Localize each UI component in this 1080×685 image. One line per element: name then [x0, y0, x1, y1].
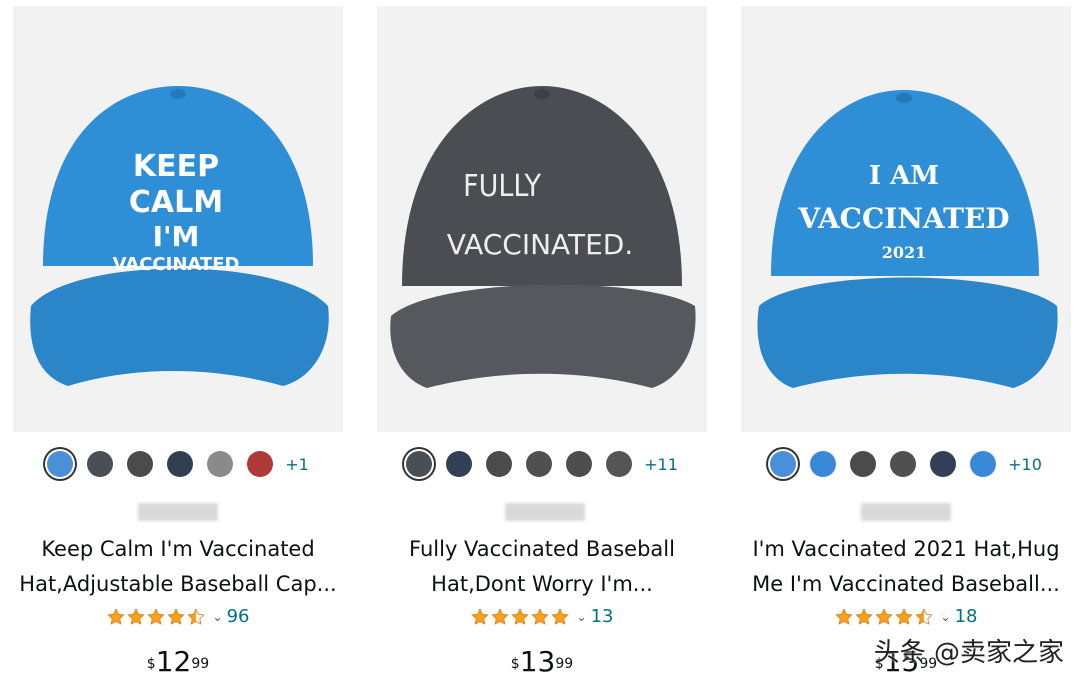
star-icon — [166, 607, 185, 625]
title-line-2[interactable]: Hat,Dont Worry I'm... — [377, 567, 707, 602]
swatch-5[interactable] — [930, 451, 957, 477]
product-title[interactable]: Fully Vaccinated Baseball Hat,Dont Worry… — [377, 532, 707, 602]
cap-image: FULLY VACCINATED. — [390, 86, 696, 388]
watermark: 头条 @卖家之家 — [873, 638, 1064, 668]
product-title[interactable]: I'm Vaccinated 2021 Hat,Hug Me I'm Vacci… — [741, 532, 1071, 602]
more-colors-link[interactable]: +1 — [285, 455, 309, 474]
star-icon — [186, 607, 205, 625]
swatch-4[interactable] — [890, 451, 917, 477]
brand-blurred — [505, 503, 585, 521]
product-image[interactable]: KEEP CALM I'M VACCINATED — [13, 6, 343, 432]
star-icon — [874, 607, 893, 625]
product-title[interactable]: Keep Calm I'm Vaccinated Hat,Adjustable … — [13, 532, 343, 602]
price-symbol: $ — [510, 656, 520, 672]
cap-text-4: VACCINATED — [113, 254, 240, 275]
price-symbol: $ — [146, 656, 156, 672]
price-cents: 99 — [555, 656, 574, 672]
product-card-3[interactable]: I AM VACCINATED 2021 +10 I'm Vaccinated … — [741, 0, 1071, 685]
star-icon — [530, 607, 549, 625]
swatch-6[interactable] — [970, 451, 997, 477]
star-rating[interactable] — [106, 607, 205, 626]
price-whole: 13 — [519, 645, 556, 678]
swatch-5[interactable] — [566, 451, 593, 477]
color-swatches: +1 — [13, 448, 343, 480]
chevron-down-icon[interactable]: ⌄ — [577, 610, 587, 624]
swatch-1[interactable] — [406, 451, 433, 477]
swatch-2[interactable] — [87, 451, 114, 477]
price: $1399 — [377, 646, 707, 678]
rating-row: ⌄ 18 — [741, 606, 1071, 627]
swatch-3[interactable] — [127, 451, 154, 477]
cap-text-3: I'M — [153, 220, 200, 253]
star-icon — [126, 607, 145, 625]
product-card-2[interactable]: FULLY VACCINATED. +11 Fully Vaccinated B… — [377, 0, 707, 685]
title-line-1[interactable]: Keep Calm I'm Vaccinated — [13, 532, 343, 567]
rating-count[interactable]: 13 — [591, 606, 614, 627]
price: $1299 — [13, 646, 343, 678]
color-swatches: +11 — [377, 448, 707, 480]
cap-text-1: FULLY — [463, 169, 541, 204]
star-icon — [470, 607, 489, 625]
swatch-6[interactable] — [606, 451, 633, 477]
cap-image: KEEP CALM I'M VACCINATED — [30, 86, 329, 386]
star-icon — [146, 607, 165, 625]
swatch-4[interactable] — [167, 451, 194, 477]
swatch-6[interactable] — [247, 451, 274, 477]
more-colors-link[interactable]: +11 — [644, 455, 678, 474]
price-whole: 12 — [155, 645, 192, 678]
cap-text-3: 2021 — [882, 243, 927, 262]
swatch-3[interactable] — [850, 451, 877, 477]
swatch-1[interactable] — [47, 451, 74, 477]
color-swatches: +10 — [741, 448, 1071, 480]
star-rating[interactable] — [834, 607, 933, 626]
star-icon — [854, 607, 873, 625]
swatch-1[interactable] — [770, 451, 797, 477]
star-icon — [834, 607, 853, 625]
cap-text-2: CALM — [129, 185, 223, 220]
star-icon — [894, 607, 913, 625]
cap-image: I AM VACCINATED 2021 — [757, 90, 1058, 388]
rating-row: ⌄ 13 — [377, 606, 707, 627]
star-icon — [510, 607, 529, 625]
chevron-down-icon[interactable]: ⌄ — [213, 610, 223, 624]
brand-blurred — [861, 503, 951, 521]
product-image[interactable]: I AM VACCINATED 2021 — [741, 6, 1071, 432]
chevron-down-icon[interactable]: ⌄ — [941, 610, 951, 624]
more-colors-link[interactable]: +10 — [1008, 455, 1042, 474]
price-cents: 99 — [191, 656, 210, 672]
rating-count[interactable]: 96 — [227, 606, 250, 627]
cap-text-2: VACCINATED. — [447, 228, 634, 261]
title-line-1[interactable]: Fully Vaccinated Baseball — [377, 532, 707, 567]
star-icon — [914, 607, 933, 625]
rating-count[interactable]: 18 — [955, 606, 978, 627]
cap-text-1: I AM — [869, 161, 939, 191]
star-rating[interactable] — [470, 607, 569, 626]
star-icon — [550, 607, 569, 625]
title-line-2[interactable]: Me I'm Vaccinated Baseball... — [741, 567, 1071, 602]
rating-row: ⌄ 96 — [13, 606, 343, 627]
swatch-2[interactable] — [810, 451, 837, 477]
swatch-3[interactable] — [486, 451, 513, 477]
brand-blurred — [138, 503, 218, 521]
cap-text-1: KEEP — [133, 149, 219, 184]
swatch-5[interactable] — [207, 451, 234, 477]
swatch-2[interactable] — [446, 451, 473, 477]
title-line-2[interactable]: Hat,Adjustable Baseball Cap... — [13, 567, 343, 602]
star-icon — [490, 607, 509, 625]
cap-text-2: VACCINATED — [797, 202, 1009, 235]
product-image[interactable]: FULLY VACCINATED. — [377, 6, 707, 432]
swatch-4[interactable] — [526, 451, 553, 477]
star-icon — [106, 607, 125, 625]
title-line-1[interactable]: I'm Vaccinated 2021 Hat,Hug — [741, 532, 1071, 567]
product-card-1[interactable]: KEEP CALM I'M VACCINATED +1 Keep Calm I'… — [13, 0, 343, 685]
